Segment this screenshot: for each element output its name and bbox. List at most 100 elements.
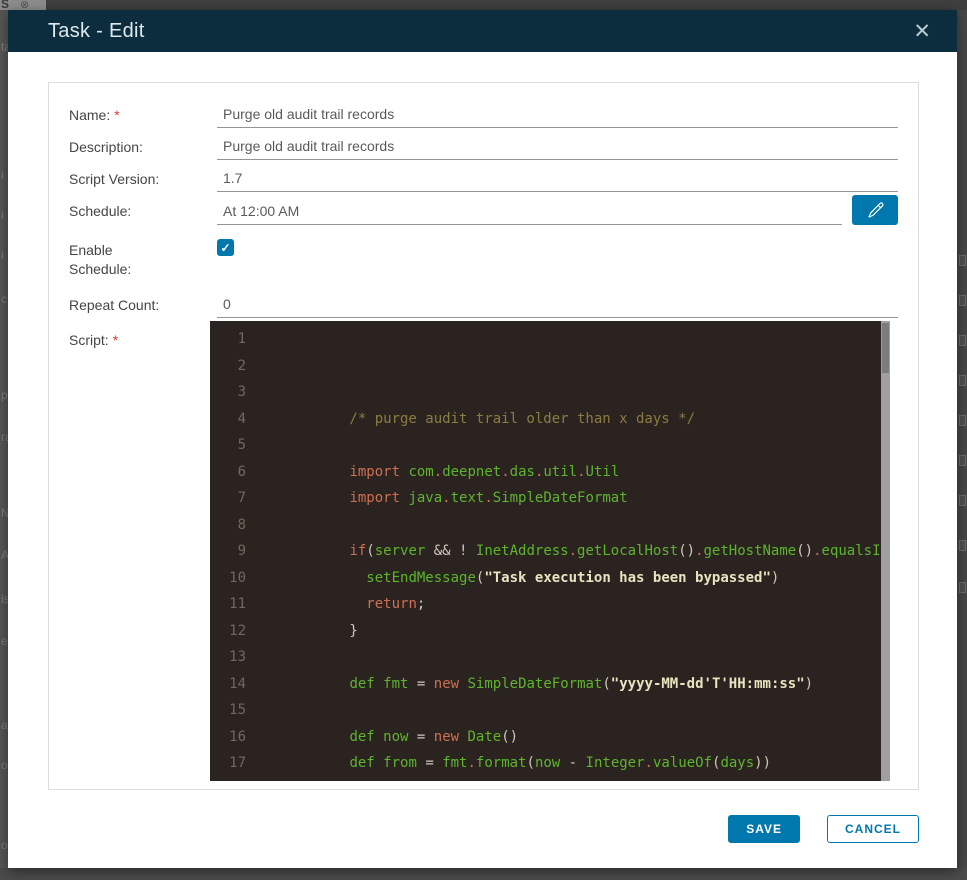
cancel-button[interactable]: CANCEL: [827, 815, 919, 843]
background-ui-fragment: [959, 415, 966, 426]
scrollbar-thumb[interactable]: [882, 323, 889, 373]
line-number: 13: [229, 649, 246, 665]
line-number: 8: [237, 516, 246, 533]
script-version-label: Script Version:: [69, 171, 160, 187]
line-number: 16: [229, 728, 246, 745]
line-number: 6: [237, 463, 246, 480]
editor-scrollbar[interactable]: [881, 321, 890, 781]
form-row-script: Script: * 1234 /* purge audit trail older…: [69, 321, 898, 781]
modal-footer: SAVE CANCEL: [8, 790, 957, 843]
name-label: Name: *: [69, 107, 120, 123]
background-ui-fragment: [959, 540, 966, 551]
repeat-count-input[interactable]: [217, 289, 898, 318]
description-input[interactable]: [217, 131, 898, 160]
code-line: 1: [210, 326, 890, 353]
background-page-fragment: S ⊗: [0, 0, 46, 10]
background-ui-fragment: [959, 295, 966, 306]
background-text-fragment: S: [1, 0, 10, 10]
background-ui-fragment: [959, 582, 966, 593]
background-text-fragment: i: [1, 248, 4, 262]
code-text: }: [282, 622, 358, 639]
background-text-fragment: ta: [1, 40, 8, 54]
line-number: 11: [229, 596, 246, 612]
task-edit-modal: Task - Edit ✕ Name:* Description:: [8, 10, 957, 868]
background-text-fragment: ra: [1, 430, 8, 444]
repeat-count-label: Repeat Count:: [69, 297, 160, 313]
code-line: 7 import java.text.SimpleDateFormat: [210, 485, 890, 512]
name-input[interactable]: [217, 99, 898, 128]
modal-body: Name:* Description: Script Version:: [8, 52, 957, 790]
line-number: 4: [237, 410, 246, 427]
dimmed-background-right: [957, 10, 967, 868]
check-icon: ✓: [220, 240, 231, 255]
code-text: /* purge audit trail older than x days *…: [282, 410, 696, 427]
code-line: 4 /* purge audit trail older than x days…: [210, 406, 890, 433]
line-number: 12: [229, 622, 246, 639]
code-line: 17 def from = fmt.format(now - Integer.v…: [210, 750, 890, 777]
script-version-input[interactable]: [217, 163, 898, 192]
background-text-fragment: i: [1, 168, 4, 182]
line-number: 9: [237, 543, 246, 559]
code-line: 2: [210, 353, 890, 380]
line-number: 1: [237, 331, 246, 347]
code-area: 1234 /* purge audit trail older than x d…: [210, 321, 890, 777]
code-line: 14 def fmt = new SimpleDateFormat("yyyy-…: [210, 671, 890, 698]
line-number: 2: [237, 357, 246, 374]
form-card: Name:* Description: Script Version:: [48, 82, 919, 790]
line-number: 10: [229, 569, 246, 586]
background-ui-fragment: [959, 495, 966, 506]
line-number: 17: [229, 755, 246, 771]
background-text-fragment: i: [1, 208, 4, 222]
background-text-fragment: p: [1, 388, 8, 402]
code-line: 5: [210, 432, 890, 459]
schedule-label: Schedule:: [69, 203, 132, 219]
code-text: def now = new Date(): [349, 728, 519, 745]
background-text-fragment: A: [1, 548, 8, 562]
form-row-schedule: Schedule:: [69, 195, 898, 225]
code-text: def fmt = new SimpleDateFormat("yyyy-MM-…: [349, 675, 814, 692]
line-number: 3: [237, 384, 246, 400]
code-text: import com.deepnet.das.util.Util: [349, 463, 620, 480]
code-line: 13: [210, 644, 890, 671]
line-number: 14: [229, 675, 246, 692]
code-text: if(server && ! InetAddress.getLocalHost(…: [349, 543, 889, 559]
background-text-fragment: c: [1, 292, 7, 306]
line-number: 15: [229, 702, 246, 718]
code-line: 16 def now = new Date(): [210, 724, 890, 751]
background-ui-fragment: [959, 255, 966, 266]
code-text: setEndMessage("Task execution has been b…: [366, 569, 780, 586]
background-text-fragment: a: [1, 718, 8, 732]
code-line: 6 import com.deepnet.das.util.Util: [210, 459, 890, 486]
form-row-enable-schedule: Enable Schedule: ✓: [69, 234, 898, 279]
line-number: 5: [237, 437, 246, 453]
schedule-input[interactable]: [217, 195, 842, 225]
code-text: def from = fmt.format(now - Integer.valu…: [349, 755, 772, 771]
enable-schedule-label: Enable Schedule:: [69, 242, 132, 277]
pencil-icon: [867, 201, 884, 219]
background-text-fragment: is: [1, 592, 8, 606]
code-line: 12 }: [210, 618, 890, 645]
script-code-editor[interactable]: 1234 /* purge audit trail older than x d…: [210, 321, 890, 781]
line-number: 7: [237, 490, 246, 506]
enable-schedule-checkbox[interactable]: ✓: [217, 239, 234, 256]
background-ui-fragment: [959, 455, 966, 466]
close-icon[interactable]: ✕: [913, 21, 931, 42]
form-row-name: Name: *: [69, 99, 898, 128]
form-row-repeat-count: Repeat Count:: [69, 289, 898, 318]
code-text: return;: [366, 596, 426, 612]
required-asterisk: *: [112, 332, 119, 348]
background-text-fragment: N: [1, 506, 8, 520]
background-close-chip-icon: ⊗: [20, 0, 30, 10]
code-text: import java.text.SimpleDateFormat: [349, 490, 628, 506]
script-label: Script: *: [69, 332, 119, 348]
background-text-fragment: e: [1, 634, 8, 648]
schedule-edit-button[interactable]: [852, 195, 898, 225]
code-line: 15: [210, 697, 890, 724]
modal-title: Task - Edit: [48, 19, 145, 42]
save-button[interactable]: SAVE: [728, 815, 800, 843]
code-line: 10 setEndMessage("Task execution has bee…: [210, 565, 890, 592]
code-line: 8: [210, 512, 890, 539]
dimmed-background-left: ta i i i c p ra N Ais e a o o: [0, 10, 8, 868]
description-label: Description:: [69, 139, 143, 155]
code-line: 11 return;: [210, 591, 890, 618]
